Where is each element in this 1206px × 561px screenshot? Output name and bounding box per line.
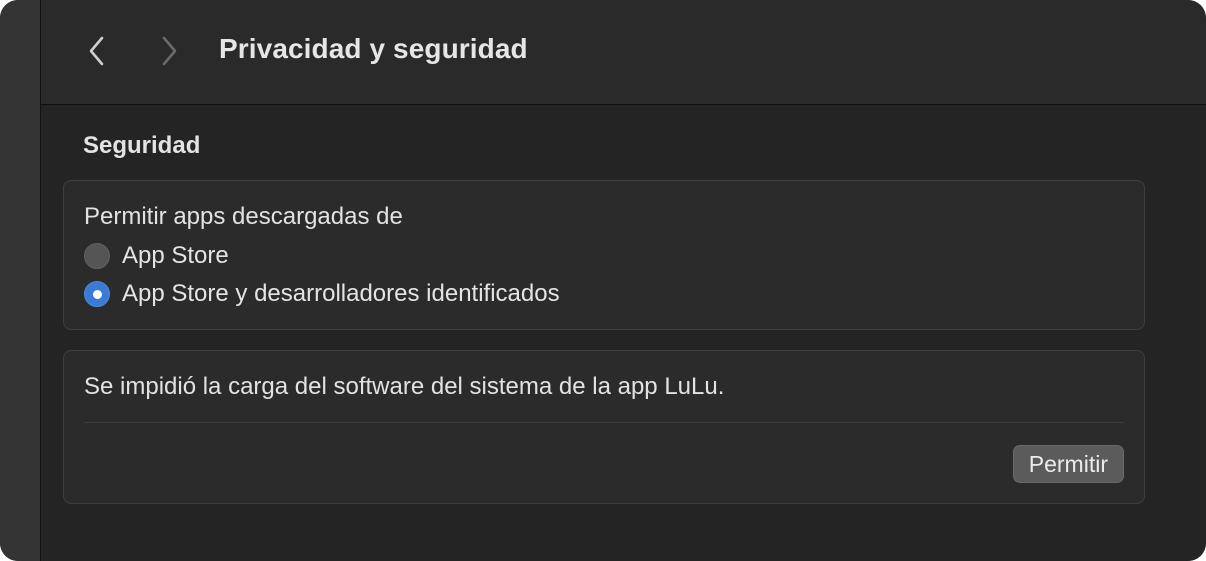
radio-label-identified-developers: App Store y desarrolladores identificado… [122, 280, 560, 307]
sidebar-edge [0, 0, 41, 561]
toolbar: Privacidad y seguridad [41, 0, 1206, 105]
divider [84, 422, 1124, 423]
forward-button[interactable] [151, 32, 187, 70]
radio-app-store[interactable]: App Store [84, 242, 229, 270]
chevron-left-icon [89, 36, 104, 66]
radio-button-unselected[interactable] [84, 243, 110, 269]
content-pane: Seguridad Permitir apps descargadas de A… [41, 105, 1206, 561]
page-title: Privacidad y seguridad [219, 33, 528, 64]
radio-app-store-identified[interactable]: App Store y desarrolladores identificado… [84, 280, 560, 308]
downloads-label: Permitir apps descargadas de [84, 203, 403, 230]
radio-label-app-store: App Store [122, 242, 229, 269]
allow-button[interactable]: Permitir [1012, 445, 1124, 483]
blocked-software-message: Se impidió la carga del software del sis… [84, 373, 725, 400]
settings-window: Privacidad y seguridad Seguridad Permiti… [0, 0, 1206, 561]
blocked-software-group: Se impidió la carga del software del sis… [63, 350, 1145, 504]
chevron-right-icon [162, 36, 177, 66]
downloads-group: Permitir apps descargadas de App Store A… [63, 180, 1145, 330]
section-title-security: Seguridad [83, 132, 201, 159]
radio-dot [92, 289, 102, 299]
back-button[interactable] [79, 32, 115, 70]
radio-button-selected[interactable] [84, 281, 110, 307]
